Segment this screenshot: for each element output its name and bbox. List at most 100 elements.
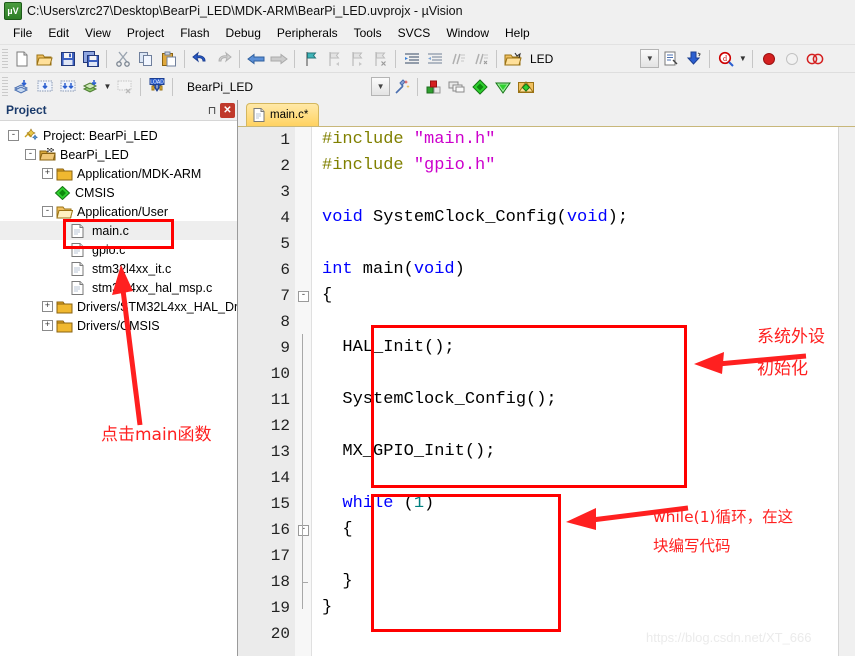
expander-icon[interactable]: - <box>8 130 19 141</box>
code-line[interactable]: } <box>312 569 838 595</box>
project-combo-arrow[interactable]: ▼ <box>371 77 391 96</box>
redo-icon[interactable] <box>212 47 235 70</box>
expander-icon[interactable]: + <box>42 168 53 179</box>
code-line[interactable]: MX_GPIO_Init(); <box>312 439 838 465</box>
expander-icon[interactable]: - <box>25 149 36 160</box>
new-file-icon[interactable] <box>10 47 33 70</box>
undo-icon[interactable] <box>189 47 212 70</box>
select-software-packs-icon[interactable] <box>514 75 537 98</box>
code-line[interactable]: HAL_Init(); <box>312 335 838 361</box>
manage-components-icon[interactable] <box>422 75 445 98</box>
tree-item-application-mdk-arm[interactable]: + Application/MDK-ARM <box>0 164 237 183</box>
code-line[interactable] <box>312 179 838 205</box>
code-line[interactable]: SystemClock_Config(); <box>312 387 838 413</box>
fold-marker[interactable] <box>295 413 311 439</box>
code-text[interactable]: #include "main.h" #include "gpio.h" void … <box>312 127 838 656</box>
fold-marker[interactable] <box>295 127 311 153</box>
menu-tools[interactable]: Tools <box>346 24 390 42</box>
open-file-icon[interactable] <box>33 47 56 70</box>
code-line[interactable] <box>312 621 838 647</box>
fold-marker[interactable] <box>295 153 311 179</box>
outdent-icon[interactable] <box>423 47 446 70</box>
save-all-icon[interactable] <box>79 47 102 70</box>
toolbar-grip[interactable] <box>2 76 8 97</box>
tree-item-target[interactable]: - BearPi_LED <box>0 145 237 164</box>
breakpoint-icon[interactable] <box>803 47 826 70</box>
menu-debug[interactable]: Debug <box>218 24 269 42</box>
code-line[interactable]: int main(void) <box>312 257 838 283</box>
menu-window[interactable]: Window <box>438 24 497 42</box>
cut-icon[interactable] <box>111 47 134 70</box>
code-line[interactable] <box>312 543 838 569</box>
navigate-back-icon[interactable] <box>244 47 267 70</box>
fold-marker[interactable] <box>295 621 311 647</box>
target-options-wizard-icon[interactable] <box>390 75 413 98</box>
menu-view[interactable]: View <box>77 24 119 42</box>
fold-marker[interactable] <box>295 491 311 517</box>
download-flash-icon[interactable]: LOAD <box>145 75 168 98</box>
menu-help[interactable]: Help <box>497 24 538 42</box>
fold-marker[interactable] <box>295 257 311 283</box>
fold-marker[interactable] <box>295 179 311 205</box>
close-icon[interactable]: ✕ <box>220 102 235 118</box>
stop-build-icon[interactable] <box>113 75 136 98</box>
editor-vertical-scrollbar[interactable] <box>838 127 855 656</box>
paste-icon[interactable] <box>157 47 180 70</box>
indent-icon[interactable] <box>400 47 423 70</box>
manage-run-env-icon[interactable] <box>491 75 514 98</box>
tab-main-c[interactable]: main.c* <box>246 103 320 126</box>
copy-icon[interactable] <box>134 47 157 70</box>
code-line[interactable] <box>312 465 838 491</box>
find-in-files-icon[interactable]: d <box>714 47 737 70</box>
bookmark-toggle-icon[interactable] <box>299 47 322 70</box>
bookmark-next-icon[interactable] <box>345 47 368 70</box>
fold-marker[interactable] <box>295 465 311 491</box>
fold-marker[interactable] <box>295 361 311 387</box>
fold-marker[interactable]: - <box>295 517 311 543</box>
menu-peripherals[interactable]: Peripherals <box>269 24 346 42</box>
comment-icon[interactable] <box>446 47 469 70</box>
expander-icon[interactable]: - <box>42 206 53 217</box>
code-line[interactable] <box>312 361 838 387</box>
tree-item-cmsis[interactable]: CMSIS <box>0 183 237 202</box>
tree-item-stm32l4xx-it-c[interactable]: stm32l4xx_it.c <box>0 259 237 278</box>
batch-build-icon[interactable] <box>79 75 102 98</box>
fold-marker[interactable] <box>295 439 311 465</box>
tree-item-drivers-cmsis[interactable]: + Drivers/CMSIS <box>0 316 237 335</box>
translate-icon[interactable] <box>10 75 33 98</box>
code-line[interactable] <box>312 231 838 257</box>
download-icon[interactable] <box>682 47 705 70</box>
code-line[interactable]: #include "main.h" <box>312 127 838 153</box>
save-icon[interactable] <box>56 47 79 70</box>
menu-edit[interactable]: Edit <box>40 24 77 42</box>
pack-installer-icon[interactable] <box>468 75 491 98</box>
expander-icon[interactable]: + <box>42 320 53 331</box>
toolbar-grip[interactable] <box>2 48 8 69</box>
code-line[interactable] <box>312 413 838 439</box>
navigate-forward-icon[interactable] <box>267 47 290 70</box>
code-line[interactable]: #include "gpio.h" <box>312 153 838 179</box>
multi-project-icon[interactable] <box>445 75 468 98</box>
tree-item-drivers-hal[interactable]: + Drivers/STM32L4xx_HAL_Driv <box>0 297 237 316</box>
source-browse-icon[interactable] <box>659 47 682 70</box>
menu-project[interactable]: Project <box>119 24 172 42</box>
bookmark-clear-icon[interactable] <box>368 47 391 70</box>
start-debug-icon[interactable] <box>757 47 780 70</box>
bookmark-prev-icon[interactable] <box>322 47 345 70</box>
fold-marker[interactable] <box>295 569 311 595</box>
tree-item-gpio-c[interactable]: gpio.c <box>0 240 237 259</box>
fold-marker[interactable] <box>295 309 311 335</box>
tree-item-application-user[interactable]: - Application/User <box>0 202 237 221</box>
menu-file[interactable]: File <box>5 24 40 42</box>
fold-collapse-icon[interactable]: - <box>298 291 309 302</box>
stop-debug-icon[interactable] <box>780 47 803 70</box>
uncomment-icon[interactable] <box>469 47 492 70</box>
fold-collapse-icon[interactable]: - <box>298 525 309 536</box>
find-dropdown-arrow[interactable]: ▼ <box>737 47 748 70</box>
target-options-icon[interactable] <box>501 47 524 70</box>
target-combo-arrow[interactable]: ▼ <box>640 49 660 68</box>
menu-svcs[interactable]: SVCS <box>390 24 439 42</box>
code-line[interactable]: { <box>312 517 838 543</box>
rebuild-icon[interactable] <box>56 75 79 98</box>
code-line[interactable]: while (1) <box>312 491 838 517</box>
